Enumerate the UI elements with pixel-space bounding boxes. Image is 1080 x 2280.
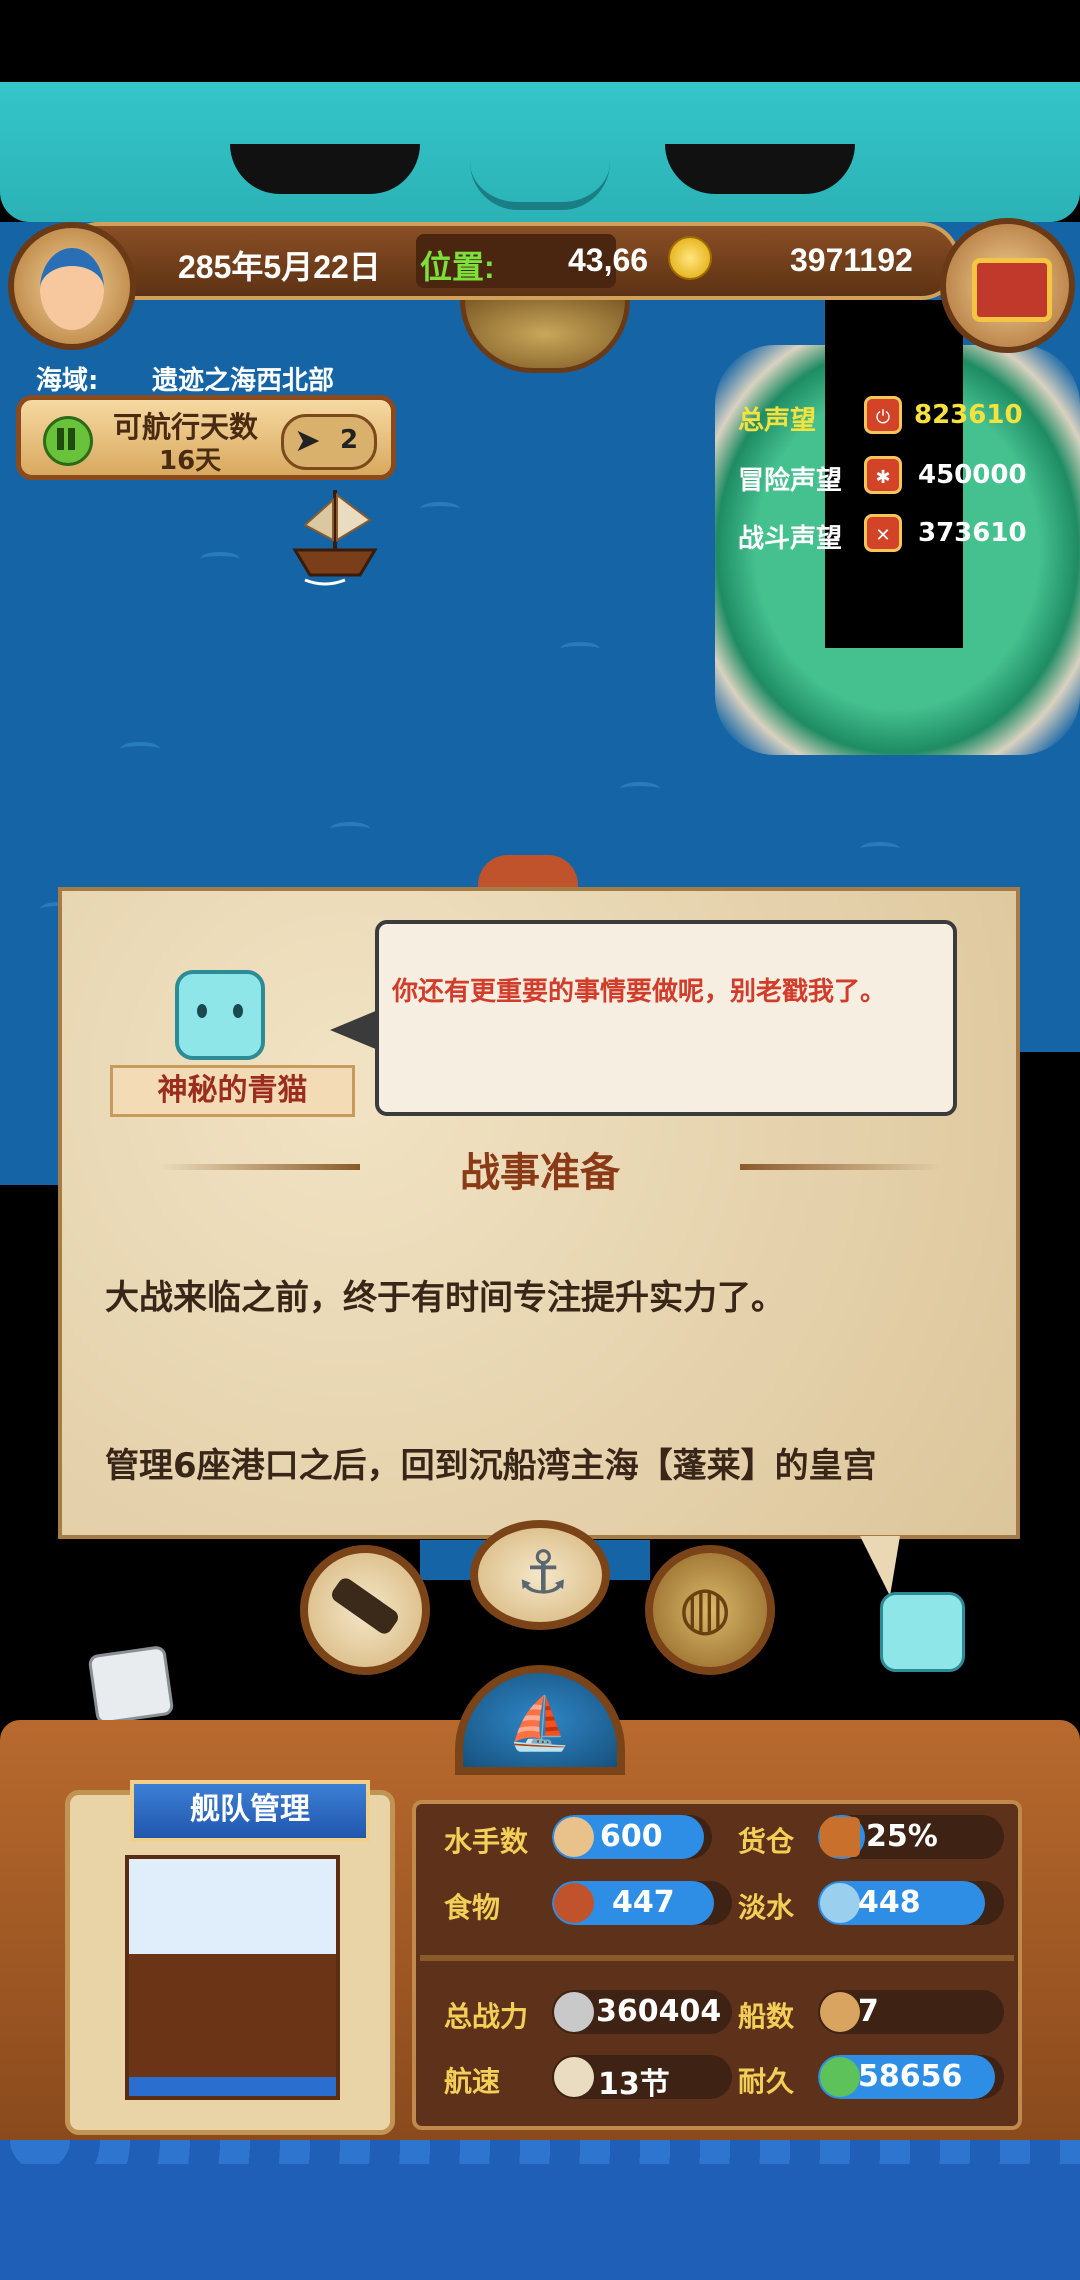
globe-icon: ◍ (679, 1573, 732, 1643)
sea-strip (0, 1050, 60, 1185)
stats-divider (420, 1955, 1014, 1961)
ships-bar: 7 (818, 1990, 1004, 2034)
sea-area-label: 海域: (36, 366, 99, 396)
position-value: 43,66 (568, 242, 649, 278)
meat-icon (554, 1883, 594, 1923)
telescope-button[interactable] (300, 1545, 430, 1675)
fleet-management-button[interactable]: 舰队管理 (130, 1780, 370, 1842)
avatar-face (40, 248, 104, 330)
water-label: 淡水 (738, 1891, 795, 1924)
power-bar: 360404 (552, 1990, 732, 2034)
speed-value: 13节 (598, 2067, 670, 2099)
water-bar: 448 (818, 1881, 1004, 1925)
reputation-battle-value: 373610 (918, 518, 1027, 548)
adventure-reputation-icon: ✱ (864, 456, 902, 494)
sail-center-button[interactable]: ⛵ (455, 1665, 625, 1775)
compass-button[interactable]: ➤ 2 (281, 414, 377, 470)
sail-speed-icon (554, 2057, 594, 2097)
enemy-ship[interactable] (478, 855, 578, 890)
reputation-total-label: 总声望 (738, 406, 817, 436)
cat-face-banner (0, 82, 1080, 222)
speech-bubble (375, 920, 957, 1116)
sailors-value: 600 (600, 1819, 663, 1854)
captain-avatar[interactable] (8, 222, 136, 350)
telescope-icon (328, 1575, 402, 1637)
voyage-days-value: 16天 (159, 446, 222, 476)
treasure-chest-button[interactable] (940, 218, 1075, 353)
power-value: 360404 (596, 1994, 722, 2029)
player-ship[interactable] (285, 480, 385, 590)
gold-amount: 3971192 (790, 242, 913, 278)
white-cat-mascot[interactable] (87, 1644, 175, 1726)
battle-reputation-icon: ✕ (864, 514, 902, 552)
sailors-bar: 600 (552, 1815, 712, 1859)
anchor-button[interactable]: ⚓ (470, 1520, 610, 1630)
hull-icon (820, 2057, 860, 2097)
ship-count-icon (820, 1992, 860, 2032)
speed-bar: 13节 (552, 2055, 732, 2099)
reputation-adventure-row: 冒险声望 ✱ 450000 (738, 450, 1078, 505)
sea-area-name: 遗迹之海西北部 (152, 366, 335, 396)
ships-value: 7 (858, 1994, 879, 2029)
reputation-battle-label: 战斗声望 (738, 524, 843, 554)
crate-icon (820, 1817, 860, 1857)
anchor-icon: ⚓ (516, 1538, 570, 1608)
food-bar: 447 (552, 1881, 732, 1925)
reputation-adventure-label: 冒险声望 (738, 466, 843, 496)
cargo-value: 25% (866, 1819, 938, 1854)
ship-cross-section-image[interactable] (125, 1855, 340, 2100)
durability-bar: 58656 (818, 2055, 1004, 2099)
reputation-total-value: 823610 (914, 400, 1023, 430)
reputation-adventure-value: 450000 (918, 460, 1027, 490)
map-button[interactable]: ◍ (645, 1545, 775, 1675)
power-label: 总战力 (444, 2000, 529, 2033)
compass-icon: ➤ (294, 421, 321, 459)
dialog-line-2: 管理6座港口之后，回到沉船湾主海【蓬莱】的皇宫 (105, 1446, 877, 1486)
dialog-line-1: 大战来临之前，终于有时间专注提升实力了。 (105, 1278, 785, 1318)
cat-mouth (470, 162, 610, 210)
reputation-battle-row: 战斗声望 ✕ 373610 (738, 508, 1078, 563)
swords-icon (554, 1992, 594, 2032)
chest-icon (972, 258, 1052, 322)
speech-text: 你还有更重要的事情要做呢，别老戳我了。 (392, 977, 887, 1007)
blue-cat-mascot[interactable] (880, 1592, 965, 1672)
durability-label: 耐久 (738, 2065, 795, 2098)
pause-button[interactable] (43, 416, 93, 466)
speed-label: 航速 (444, 2065, 501, 2098)
food-label: 食物 (444, 1891, 501, 1924)
cargo-label: 货仓 (738, 1825, 795, 1858)
speech-tail (330, 1010, 378, 1050)
dialog-tail (860, 1536, 900, 1596)
voyage-days-panel: 可航行天数 16天 ➤ 2 (16, 395, 396, 480)
compass-count: 2 (340, 425, 359, 455)
durability-value: 58656 (858, 2059, 963, 2094)
cat-eye-right (665, 144, 855, 194)
blue-cat-icon (175, 970, 265, 1060)
reputation-total-row: 总声望 ⏻ 823610 (738, 390, 1078, 450)
sailor-icon (554, 1817, 594, 1857)
game-date: 285年5月22日 (178, 249, 381, 285)
ships-label: 船数 (738, 2000, 795, 2033)
water-value: 448 (858, 1885, 921, 1920)
water-jug-icon (820, 1883, 860, 1923)
cat-eye-left (230, 144, 420, 194)
gold-coin-icon (668, 236, 712, 280)
ship-icon: ⛵ (507, 1694, 572, 1754)
speaker-name: 神秘的青猫 (110, 1065, 355, 1117)
dialog-title: 战事准备 (460, 1150, 620, 1196)
cargo-bar: 25% (818, 1815, 1004, 1859)
bottom-sea (0, 2140, 1080, 2280)
position-label: 位置: (420, 249, 495, 285)
total-reputation-icon: ⏻ (864, 396, 902, 434)
sailors-label: 水手数 (444, 1825, 529, 1858)
food-value: 447 (612, 1885, 675, 1920)
